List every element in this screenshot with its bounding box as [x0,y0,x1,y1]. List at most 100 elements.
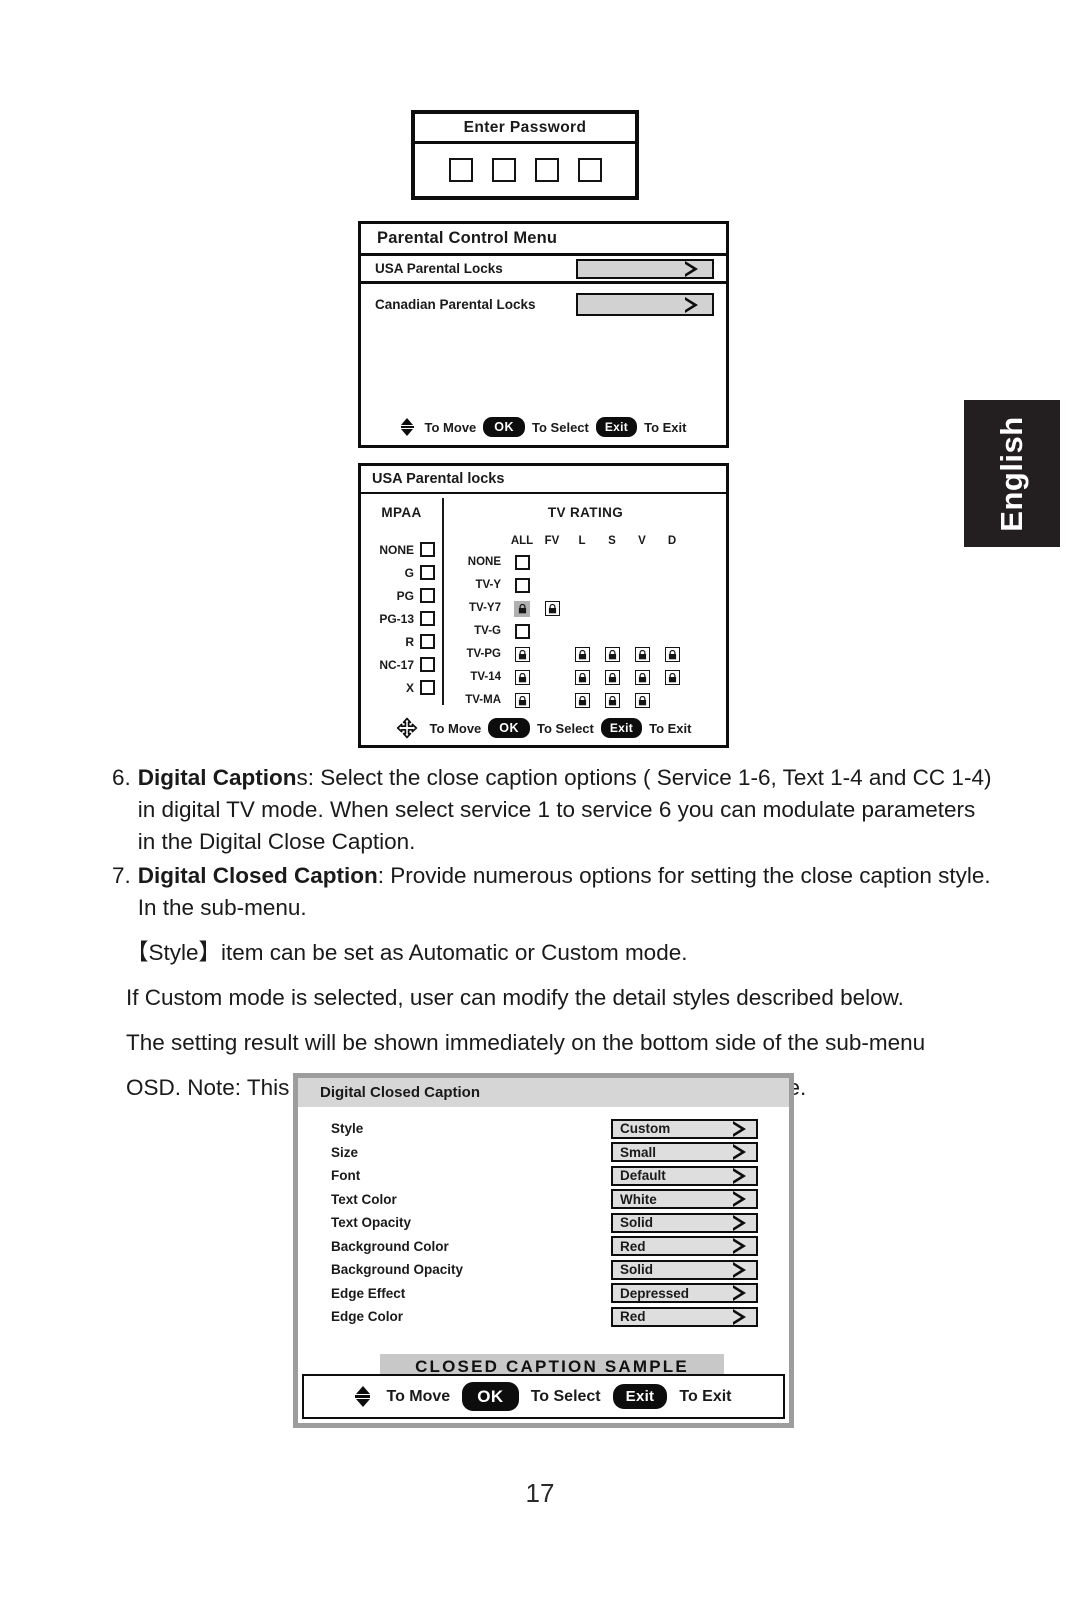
lock-icon[interactable] [634,693,650,708]
tv-rating-cell[interactable] [507,689,537,712]
dcc-setting-row[interactable]: Edge Color Red [298,1305,789,1329]
tv-rating-cell[interactable] [597,666,627,689]
dcc-setting-value-field[interactable]: Depressed [611,1283,758,1304]
dcc-setting-row[interactable]: Edge Effect Depressed [298,1282,789,1306]
dcc-setting-label: Background Opacity [331,1262,464,1278]
tv-rating-cell [537,551,567,574]
dcc-setting-value-field[interactable]: Solid [611,1212,758,1233]
tv-rating-column-header: D [667,535,677,547]
tv-rating-cell [657,574,687,597]
dcc-setting-row[interactable]: Text Color White [298,1188,789,1212]
tv-rating-cell[interactable] [597,689,627,712]
mpaa-row[interactable]: X [361,676,442,699]
tv-rating-cell[interactable] [507,551,537,574]
mpaa-checkbox[interactable] [420,611,435,626]
mpaa-row[interactable]: NONE [361,538,442,561]
mpaa-checkbox[interactable] [420,657,435,672]
tv-rating-cell[interactable] [507,620,537,643]
item-bold-lead: Digital Closed Caption [137,862,378,888]
tv-rating-cell[interactable] [627,666,657,689]
password-digit-box[interactable] [577,158,602,182]
tv-rating-cell[interactable] [657,666,687,689]
dcc-setting-value-field[interactable]: Red [611,1236,758,1257]
tv-rating-cell[interactable] [537,597,567,620]
ok-button[interactable]: OK [462,1382,519,1411]
tv-rating-cell[interactable] [567,666,597,689]
tv-rating-cell[interactable] [597,643,627,666]
mpaa-row[interactable]: PG-13 [361,607,442,630]
lock-icon[interactable] [664,647,680,662]
tv-rating-cell[interactable] [567,689,597,712]
tv-rating-cell[interactable] [627,643,657,666]
usa-parental-locks-value-field[interactable] [576,258,714,279]
tv-rating-cell[interactable] [507,643,537,666]
lock-icon[interactable] [664,670,680,685]
tv-rating-cell[interactable] [567,643,597,666]
tv-rating-cell[interactable] [627,689,657,712]
lock-icon[interactable] [574,693,590,708]
password-digit-box[interactable] [491,158,516,182]
digital-closed-caption-inner: Digital Closed Caption Style Custom Size Sm… [298,1078,789,1423]
dcc-setting-row[interactable]: Font Default [298,1164,789,1188]
dcc-setting-value-field[interactable]: Red [611,1306,758,1327]
dcc-setting-row[interactable]: Text Opacity Solid [298,1211,789,1235]
dcc-setting-value-text: White [620,1191,657,1207]
mpaa-checkbox[interactable] [420,565,435,580]
chevron-right-icon [733,1261,746,1278]
canadian-parental-locks-value-field[interactable] [576,293,714,316]
lock-icon[interactable] [634,670,650,685]
password-digit-box[interactable] [534,158,559,182]
tv-rating-checkbox[interactable] [514,555,530,570]
mpaa-rows: NONE G PG PG-13 R NC-17 X [361,538,442,699]
mpaa-row[interactable]: R [361,630,442,653]
dcc-setting-row[interactable]: Background Opacity Solid [298,1258,789,1282]
tv-rating-cell[interactable] [507,574,537,597]
exit-button[interactable]: Exit [600,718,643,738]
setting-result-line: The setting result will be shown immedia… [126,1029,926,1055]
lock-icon[interactable] [514,647,530,662]
mpaa-row[interactable]: G [361,561,442,584]
dcc-setting-value-text: Default [620,1168,666,1184]
tv-rating-cell [597,574,627,597]
mpaa-checkbox[interactable] [420,680,435,695]
exit-button[interactable]: Exit [612,1384,668,1409]
mpaa-checkbox[interactable] [420,542,435,557]
digital-closed-caption-title: Digital Closed Caption [298,1078,789,1107]
lock-icon[interactable] [634,647,650,662]
tv-rating-cell[interactable] [507,666,537,689]
tv-rating-cell [567,574,597,597]
password-digit-box[interactable] [448,158,473,182]
menu-item-canadian-parental-locks[interactable]: Canadian Parental Locks [361,284,726,325]
lock-icon[interactable] [544,601,560,616]
tv-rating-cell[interactable] [657,643,687,666]
dcc-setting-value-field[interactable]: White [611,1189,758,1210]
ok-button[interactable]: OK [483,416,526,438]
dcc-setting-value-field[interactable]: Solid [611,1259,758,1280]
instruction-item-6: 6. Digital Captions: Select the close ca… [112,762,992,858]
lock-icon[interactable] [514,670,530,685]
tv-rating-checkbox[interactable] [514,624,530,639]
menu-item-usa-parental-locks[interactable]: USA Parental Locks [361,256,726,284]
mpaa-checkbox[interactable] [420,588,435,603]
mpaa-row[interactable]: PG [361,584,442,607]
dcc-setting-value-field[interactable]: Small [611,1142,758,1163]
mpaa-checkbox[interactable] [420,634,435,649]
lock-icon[interactable] [604,670,620,685]
ok-button[interactable]: OK [488,717,531,739]
exit-button[interactable]: Exit [595,417,638,437]
tv-rating-checkbox[interactable] [514,578,530,593]
dcc-setting-row[interactable]: Style Custom [298,1117,789,1141]
mpaa-row[interactable]: NC-17 [361,653,442,676]
lock-icon[interactable] [574,647,590,662]
lock-icon[interactable] [604,693,620,708]
lock-icon-selected[interactable] [514,600,530,617]
dcc-setting-row[interactable]: Background Color Red [298,1235,789,1259]
lock-icon[interactable] [604,647,620,662]
lock-icon[interactable] [574,670,590,685]
dcc-setting-value-field[interactable]: Default [611,1165,758,1186]
lock-icon[interactable] [514,693,530,708]
dcc-setting-value-field[interactable]: Custom [611,1118,758,1139]
tv-rating-cell[interactable] [507,597,537,620]
dcc-setting-row[interactable]: Size Small [298,1141,789,1165]
tv-rating-row-label: TV-G [474,625,501,637]
